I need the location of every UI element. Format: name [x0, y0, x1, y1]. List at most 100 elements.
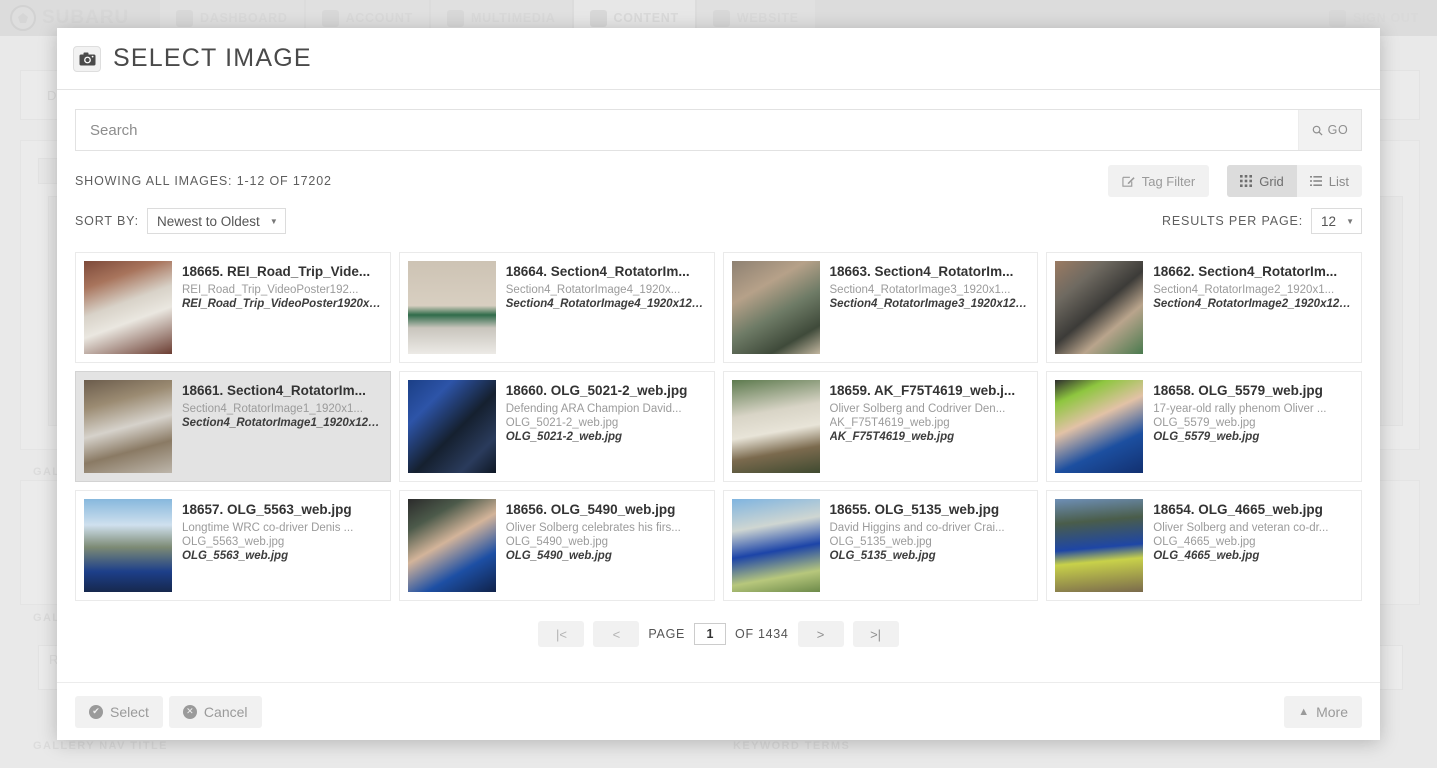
image-card[interactable]: 18664. Section4_RotatorIm...Section4_Rot…	[399, 252, 715, 363]
image-filename-alt: REI_Road_Trip_VideoPoster1920x12...	[182, 298, 382, 310]
image-card-text: 18664. Section4_RotatorIm...Section4_Rot…	[506, 261, 706, 310]
sort-by-select[interactable]: Newest to Oldest ▼	[147, 208, 286, 234]
chevron-down-icon: ▼	[1346, 217, 1354, 226]
image-filename-alt: OLG_5135_web.jpg	[830, 550, 1030, 562]
image-card[interactable]: 18659. AK_F75T4619_web.j...Oliver Solber…	[723, 371, 1039, 482]
image-description: Oliver Solberg and veteran co-dr...	[1153, 522, 1353, 534]
search-bar: GO	[75, 109, 1362, 151]
modal-header: SELECT IMAGE	[57, 28, 1380, 90]
image-thumbnail	[1055, 380, 1143, 473]
image-card-text: 18662. Section4_RotatorIm... Section4_Rot…	[1153, 261, 1353, 310]
image-description: Oliver Solberg and Codriver Den...	[830, 403, 1030, 415]
view-mode-toggle: Grid List	[1227, 165, 1362, 197]
cancel-button[interactable]: ✕ Cancel	[169, 696, 262, 728]
results-per-page-label: RESULTS PER PAGE:	[1162, 214, 1303, 228]
select-button[interactable]: ✔ Select	[75, 696, 163, 728]
image-card[interactable]: 18654. OLG_4665_web.jpgOliver Solberg an…	[1046, 490, 1362, 601]
image-thumbnail	[1055, 499, 1143, 592]
check-circle-icon: ✔	[89, 705, 103, 719]
showing-count-text: SHOWING ALL IMAGES: 1-12 OF 17202	[75, 174, 332, 188]
image-card[interactable]: 18663. Section4_RotatorIm...Section4_Rot…	[723, 252, 1039, 363]
image-card-text: 18654. OLG_4665_web.jpgOliver Solberg an…	[1153, 499, 1353, 562]
image-filename: OLG_5563_web.jpg	[182, 536, 382, 548]
image-thumbnail	[408, 380, 496, 473]
image-card-text: 18663. Section4_RotatorIm...Section4_Rot…	[830, 261, 1030, 310]
chevron-down-icon: ▼	[270, 217, 278, 226]
image-card[interactable]: 18660. OLG_5021-2_web.jpgDefending ARA C…	[399, 371, 715, 482]
image-description: Defending ARA Champion David...	[506, 403, 706, 415]
sort-by-value: Newest to Oldest	[157, 214, 260, 229]
image-filename-alt: OLG_5490_web.jpg	[506, 550, 706, 562]
search-go-label: GO	[1328, 123, 1349, 137]
image-thumbnail	[732, 261, 820, 354]
page-number-input[interactable]	[694, 623, 726, 645]
list-view-button[interactable]: List	[1297, 165, 1362, 197]
view-controls: Tag Filter Grid	[1108, 165, 1362, 197]
image-filename-alt: Section4_RotatorImage2_1920x120...	[1153, 298, 1353, 310]
image-card[interactable]: 18658. OLG_5579_web.jpg17-year-old rally…	[1046, 371, 1362, 482]
globe-icon	[713, 10, 730, 27]
image-title: 18656. OLG_5490_web.jpg	[506, 501, 706, 519]
page-title: SELECT IMAGE	[113, 44, 312, 73]
chevron-up-icon: ▲	[1298, 706, 1309, 718]
image-card-text: 18665. REI_Road_Trip_Vide...REI_Road_Tri…	[182, 261, 382, 310]
last-page-button[interactable]: >|	[853, 621, 899, 647]
image-title: 18662. Section4_RotatorIm...	[1153, 263, 1353, 281]
grid-icon	[1240, 175, 1252, 187]
image-description: Section4_RotatorImage3_1920x1...	[830, 284, 1030, 296]
prev-page-button[interactable]: <	[593, 621, 639, 647]
keyword-terms-label: KEYWORD TERMS	[733, 740, 850, 752]
image-card[interactable]: 18656. OLG_5490_web.jpg Oliver Solberg ce…	[399, 490, 715, 601]
image-title: 18661. Section4_RotatorIm...	[182, 382, 382, 400]
modal-body: GO SHOWING ALL IMAGES: 1-12 OF 17202 Tag…	[57, 90, 1380, 682]
x-circle-icon: ✕	[183, 705, 197, 719]
image-description: Longtime WRC co-driver Denis ...	[182, 522, 382, 534]
image-card-text: 18656. OLG_5490_web.jpg Oliver Solberg ce…	[506, 499, 706, 562]
image-filename: OLG_5490_web.jpg	[506, 536, 706, 548]
image-card-text: 18659. AK_F75T4619_web.j...Oliver Solber…	[830, 380, 1030, 443]
image-card-text: 18658. OLG_5579_web.jpg17-year-old rally…	[1153, 380, 1353, 443]
tag-edit-icon	[1122, 175, 1135, 188]
image-thumbnail	[732, 499, 820, 592]
image-card[interactable]: 18657. OLG_5563_web.jpgLongtime WRC co-d…	[75, 490, 391, 601]
image-description: Oliver Solberg celebrates his firs...	[506, 522, 706, 534]
image-card[interactable]: 18655. OLG_5135_web.jpg David Higgins and…	[723, 490, 1039, 601]
image-thumbnail	[732, 380, 820, 473]
search-go-button[interactable]: GO	[1298, 110, 1361, 150]
image-card[interactable]: 18662. Section4_RotatorIm... Section4_Rot…	[1046, 252, 1362, 363]
media-icon	[447, 10, 464, 27]
image-grid: 18665. REI_Road_Trip_Vide...REI_Road_Tri…	[75, 252, 1362, 601]
cancel-button-label: Cancel	[204, 704, 248, 720]
image-description: REI_Road_Trip_VideoPoster192...	[182, 284, 382, 296]
nav-label: CONTENT	[614, 11, 679, 25]
results-per-page-value: 12	[1321, 214, 1336, 229]
image-description: 17-year-old rally phenom Oliver ...	[1153, 403, 1353, 415]
nav-label: ACCOUNT	[346, 11, 413, 25]
image-card[interactable]: 18665. REI_Road_Trip_Vide...REI_Road_Tri…	[75, 252, 391, 363]
image-filename-alt: Section4_RotatorImage1_1920x120...	[182, 417, 382, 429]
search-input[interactable]	[76, 110, 1298, 150]
image-filename-alt: Section4_RotatorImage4_1920x120...	[506, 298, 706, 310]
nav-label: MULTIMEDIA	[471, 11, 556, 25]
image-filename-alt: AK_F75T4619_web.jpg	[830, 431, 1030, 443]
image-filename: AK_F75T4619_web.jpg	[830, 417, 1030, 429]
grid-view-button[interactable]: Grid	[1227, 165, 1297, 197]
image-title: 18655. OLG_5135_web.jpg	[830, 501, 1030, 519]
first-page-button[interactable]: |<	[538, 621, 584, 647]
home-icon	[176, 10, 193, 27]
image-thumbnail	[1055, 261, 1143, 354]
image-card[interactable]: 18661. Section4_RotatorIm... Section4_Rot…	[75, 371, 391, 482]
results-per-page-select[interactable]: 12 ▼	[1311, 208, 1362, 234]
select-image-modal: SELECT IMAGE GO SHOWING ALL IMAGES: 1-12…	[57, 28, 1380, 740]
next-page-button[interactable]: >	[798, 621, 844, 647]
tag-filter-button[interactable]: Tag Filter	[1108, 165, 1209, 197]
subaru-star-icon	[10, 5, 36, 31]
image-card-text: 18657. OLG_5563_web.jpgLongtime WRC co-d…	[182, 499, 382, 562]
brand-label: SUBARU	[42, 7, 129, 29]
grid-view-label: Grid	[1259, 174, 1284, 189]
image-card-text: 18661. Section4_RotatorIm... Section4_Rot…	[182, 380, 382, 429]
list-icon	[1310, 175, 1322, 187]
more-button[interactable]: ▲ More	[1284, 696, 1362, 728]
image-filename-alt: OLG_4665_web.jpg	[1153, 550, 1353, 562]
image-description: David Higgins and co-driver Crai...	[830, 522, 1030, 534]
